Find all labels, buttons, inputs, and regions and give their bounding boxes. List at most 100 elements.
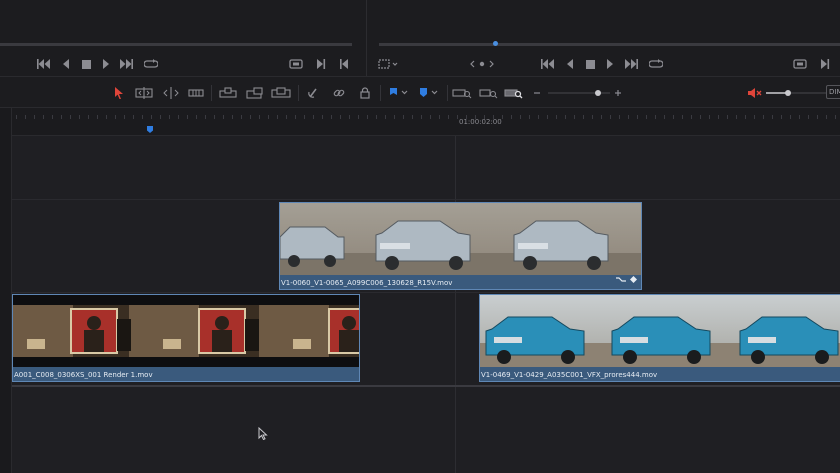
clip-name: A001_C008_0306XS_001 Render 1.mov	[14, 371, 153, 379]
ruler-tick	[277, 115, 278, 119]
linked-selection-icon[interactable]	[332, 84, 346, 102]
mute-icon[interactable]	[747, 84, 763, 102]
ruler-tick	[448, 115, 449, 119]
ruler-tick	[61, 115, 62, 119]
timeline-scrub-bar[interactable]	[379, 41, 840, 46]
snapping-icon[interactable]	[306, 84, 320, 102]
ruler-tick	[43, 115, 44, 119]
ruler-tick	[205, 115, 206, 119]
ruler-tick	[124, 115, 125, 119]
clip-name: V1-0469_V1-0429_A035C001_VFX_prores444.m…	[481, 371, 658, 379]
ruler-tick	[367, 115, 368, 119]
ruler-tick	[250, 115, 251, 119]
ruler-tick	[808, 115, 809, 119]
zoom-slider[interactable]	[548, 84, 610, 102]
match-frame-icon[interactable]	[792, 56, 808, 72]
zoom-full-icon[interactable]	[452, 84, 472, 102]
ruler-tick	[619, 115, 620, 119]
ruler-tick	[340, 115, 341, 119]
retime-icon[interactable]	[616, 268, 626, 287]
timecode-ruler[interactable]: 01:00:02:00	[12, 108, 840, 136]
jump-start-icon[interactable]	[36, 56, 52, 72]
volume-slider[interactable]	[766, 84, 826, 102]
ruler-tick	[655, 115, 656, 119]
selection-tool-icon[interactable]	[113, 84, 125, 102]
ruler-tick	[304, 115, 305, 119]
replace-clip-icon[interactable]	[271, 84, 291, 102]
track-divider	[12, 385, 840, 387]
ruler-tick	[376, 115, 377, 119]
stop-icon[interactable]	[582, 56, 598, 72]
loop-icon[interactable]	[648, 56, 664, 72]
match-frame-icon[interactable]	[288, 56, 304, 72]
jump-end-icon[interactable]	[118, 56, 134, 72]
jump-end-icon[interactable]	[623, 56, 639, 72]
ruler-tick	[394, 115, 395, 119]
source-scrub-bar[interactable]	[0, 43, 352, 46]
source-viewer	[0, 0, 366, 76]
track-headers	[0, 108, 12, 473]
insert-clip-icon[interactable]	[219, 84, 237, 102]
dim-button[interactable]: DIM	[826, 85, 840, 99]
ruler-tick	[430, 115, 431, 119]
ruler-tick	[745, 115, 746, 119]
ruler-tick	[754, 115, 755, 119]
ruler-tick	[826, 115, 827, 119]
view-options-icon[interactable]	[377, 56, 401, 72]
ruler-tick	[142, 115, 143, 119]
ruler-tick	[331, 115, 332, 119]
step-back-icon[interactable]	[562, 56, 578, 72]
ruler-tick	[160, 115, 161, 119]
toolbar-separator	[211, 85, 212, 101]
ruler-tick	[115, 115, 116, 119]
mark-in-icon[interactable]	[313, 56, 329, 72]
position-lock-icon[interactable]	[358, 84, 372, 102]
ruler-tick	[196, 115, 197, 119]
trim-tool-icon[interactable]	[135, 84, 153, 102]
timeline-clip[interactable]: V1-0060_V1-0065_A099C006_130628_R15V.mov	[279, 202, 642, 290]
ruler-tick	[691, 115, 692, 119]
ruler-tick	[475, 115, 476, 119]
timeline-clip[interactable]: V1-0469_V1-0429_A035C001_VFX_prores444.m…	[479, 294, 840, 382]
ruler-tick	[601, 115, 602, 119]
timeline: 01:00:02:00 V1-0060_V1-0065_A099C006_130…	[0, 108, 840, 473]
scrub-playhead[interactable]	[493, 41, 498, 46]
flag-icon[interactable]	[387, 84, 411, 102]
overwrite-clip-icon[interactable]	[246, 84, 264, 102]
zoom-in-icon[interactable]	[613, 84, 623, 102]
ruler-tick	[412, 115, 413, 119]
stop-icon[interactable]	[78, 56, 94, 72]
ruler-tick	[709, 115, 710, 119]
ruler-tick	[790, 115, 791, 119]
clip-thumbnails	[480, 295, 840, 367]
marker-icon[interactable]	[417, 84, 441, 102]
play-icon[interactable]	[602, 56, 618, 72]
ruler-tick	[646, 115, 647, 119]
blade-tool-icon[interactable]	[188, 84, 204, 102]
jump-start-icon[interactable]	[540, 56, 556, 72]
timeline-marker-icon[interactable]	[147, 126, 153, 133]
zoom-detail-icon[interactable]	[479, 84, 499, 102]
ruler-tick	[223, 115, 224, 119]
track-divider	[12, 199, 840, 200]
timeline-clip[interactable]: A001_C008_0306XS_001 Render 1.mov	[12, 294, 360, 382]
ruler-tick	[295, 115, 296, 119]
ruler-tick	[322, 115, 323, 119]
ruler-tick	[781, 115, 782, 119]
keyframe-icon[interactable]	[630, 268, 637, 287]
mark-out-icon[interactable]	[336, 56, 352, 72]
ruler-tick	[52, 115, 53, 119]
zoom-out-icon[interactable]	[532, 84, 542, 102]
toolbar-separator	[447, 85, 448, 101]
dynamic-trim-icon[interactable]	[162, 84, 180, 102]
loop-icon[interactable]	[143, 56, 159, 72]
play-icon[interactable]	[98, 56, 114, 72]
nav-prev-next-icon[interactable]	[467, 56, 497, 72]
zoom-custom-icon[interactable]	[504, 84, 524, 102]
ruler-tick	[79, 115, 80, 119]
ruler-tick	[538, 115, 539, 119]
mark-in-icon[interactable]	[817, 56, 833, 72]
ruler-tick	[466, 115, 467, 119]
ruler-tick	[241, 115, 242, 119]
step-back-icon[interactable]	[58, 56, 74, 72]
